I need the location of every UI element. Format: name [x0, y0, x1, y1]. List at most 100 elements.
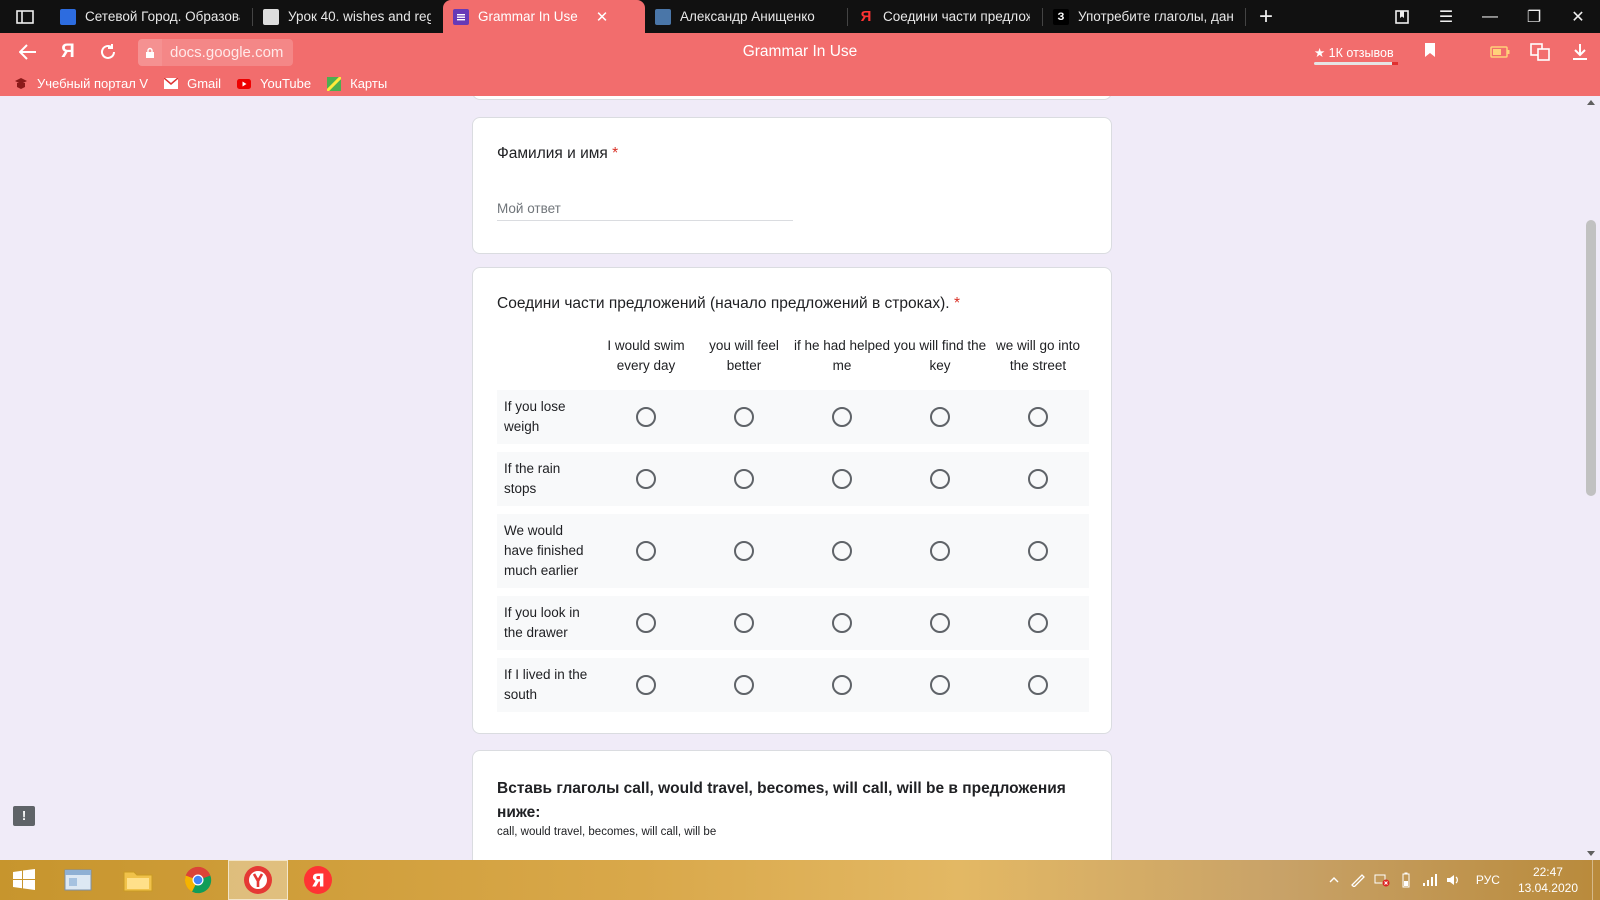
- url-field[interactable]: docs.google.com: [138, 39, 1438, 66]
- tab-upotrebite[interactable]: З Употребите глаголы, данн: [1043, 0, 1245, 33]
- clock-time: 22:47: [1532, 865, 1563, 879]
- netschool-favicon-icon: [60, 8, 76, 25]
- downloads-icon[interactable]: [1560, 33, 1600, 71]
- lock-icon[interactable]: [138, 39, 162, 66]
- tab-close-icon[interactable]: ✕: [596, 8, 609, 26]
- grid-radio[interactable]: [832, 541, 852, 561]
- grid-radio[interactable]: [832, 675, 852, 695]
- show-desktop-button[interactable]: [1592, 860, 1600, 900]
- toolbar-extensions: [1480, 33, 1600, 71]
- system-tray: РУС 22:47 13.04.2020: [1322, 860, 1600, 900]
- minimize-icon[interactable]: —: [1468, 0, 1512, 33]
- grid-radio[interactable]: [832, 613, 852, 633]
- grid-radio[interactable]: [1028, 613, 1048, 633]
- tab-panel-button[interactable]: [0, 0, 50, 33]
- grid-radio[interactable]: [636, 613, 656, 633]
- vk-favicon-icon: [655, 8, 671, 25]
- scroll-down-icon[interactable]: [1587, 851, 1595, 856]
- bookmark-icon[interactable]: [1424, 42, 1436, 63]
- tab-label: Александр Анищенко: [680, 9, 815, 24]
- grid-row-label: If the rain stops: [504, 461, 561, 496]
- bookmark-portal[interactable]: Учебный портал V: [14, 76, 148, 91]
- tab-lesson-40[interactable]: Урок 40. wishes and regret: [253, 0, 443, 33]
- grid-radio[interactable]: [734, 407, 754, 427]
- grid-radio[interactable]: [930, 541, 950, 561]
- taskbar-app-yandex[interactable]: Я: [288, 860, 348, 900]
- grid-radio[interactable]: [1028, 675, 1048, 695]
- gmail-icon: [164, 77, 179, 91]
- grid-radio[interactable]: [930, 613, 950, 633]
- grid-radio[interactable]: [832, 469, 852, 489]
- grid-radio[interactable]: [636, 469, 656, 489]
- bookmark-gmail[interactable]: Gmail: [164, 76, 221, 91]
- taskbar-app-yandex-browser[interactable]: [228, 860, 288, 900]
- grid-column-header: you will find the key: [893, 338, 987, 373]
- reviews-badge[interactable]: ★ 1К отзывов: [1314, 41, 1398, 65]
- reload-button[interactable]: [88, 33, 128, 71]
- bookmark-youtube[interactable]: YouTube: [237, 76, 311, 91]
- restore-icon[interactable]: ❐: [1512, 0, 1556, 33]
- rating-bar: [1314, 62, 1398, 65]
- reload-icon: [101, 44, 115, 59]
- youtube-icon: [237, 77, 252, 91]
- grid-column-header: we will go into the street: [995, 338, 1081, 373]
- yandex-home-icon[interactable]: Я: [48, 33, 88, 71]
- back-arrow-icon: [19, 44, 36, 60]
- grid-radio[interactable]: [734, 675, 754, 695]
- page-scrollbar[interactable]: [1582, 96, 1600, 860]
- windows-logo-icon: [13, 869, 35, 890]
- grid-radio[interactable]: [930, 469, 950, 489]
- scroll-thumb[interactable]: [1586, 220, 1596, 496]
- clock[interactable]: 22:47 13.04.2020: [1518, 864, 1578, 896]
- taskbar-app-explorer[interactable]: [48, 860, 108, 900]
- grid-row: If you lose weigh: [497, 390, 1089, 444]
- pen-tray-icon[interactable]: [1346, 860, 1370, 900]
- taskbar-app-chrome[interactable]: [168, 860, 228, 900]
- grid-row-label: If I lived in the south: [504, 667, 588, 702]
- grid-radio[interactable]: [1028, 469, 1048, 489]
- close-window-icon[interactable]: ✕: [1556, 0, 1600, 33]
- grid-radio[interactable]: [832, 407, 852, 427]
- tab-label: Употребите глаголы, данн: [1078, 9, 1233, 24]
- tab-grammar-in-use[interactable]: Grammar In Use ✕: [443, 0, 645, 33]
- grid-radio[interactable]: [636, 541, 656, 561]
- tab-setevoy-gorod[interactable]: Сетевой Город. Образова: [50, 0, 252, 33]
- bookmarks-panel-icon[interactable]: [1380, 0, 1424, 33]
- grid-radio[interactable]: [1028, 541, 1048, 561]
- sidebar-panel-icon: [16, 9, 34, 24]
- network-error-icon[interactable]: [1370, 860, 1394, 900]
- tab-soedini[interactable]: Я Соедини части предложе: [848, 0, 1042, 33]
- translate-icon[interactable]: [1520, 33, 1560, 71]
- portal-icon: [14, 77, 28, 91]
- scroll-up-icon[interactable]: [1587, 100, 1595, 105]
- bookmark-label: Gmail: [187, 76, 222, 91]
- grid-radio[interactable]: [734, 613, 754, 633]
- grid-row-label: We would have finished much earlier: [504, 523, 584, 578]
- tray-expand-icon[interactable]: [1322, 860, 1346, 900]
- taskbar-app-files[interactable]: [108, 860, 168, 900]
- grid-radio[interactable]: [930, 675, 950, 695]
- grid-radio[interactable]: [1028, 407, 1048, 427]
- grid-radio[interactable]: [734, 541, 754, 561]
- tab-alexander[interactable]: Александр Анищенко: [645, 0, 847, 33]
- back-button[interactable]: [8, 33, 48, 71]
- new-tab-button[interactable]: +: [1246, 0, 1286, 33]
- grid-radio[interactable]: [636, 407, 656, 427]
- menu-icon[interactable]: ☰: [1424, 0, 1468, 33]
- bookmark-maps[interactable]: Карты: [327, 76, 387, 91]
- grid-radio[interactable]: [636, 675, 656, 695]
- battery-saver-icon[interactable]: [1480, 33, 1520, 71]
- question-title: Фамилия и имя *: [497, 145, 618, 163]
- question-title: Соедини части предложений (начало предло…: [497, 295, 960, 313]
- name-answer-input[interactable]: [497, 197, 793, 221]
- volume-icon[interactable]: [1442, 860, 1466, 900]
- grid-radio[interactable]: [734, 469, 754, 489]
- start-button[interactable]: [0, 860, 48, 900]
- input-language[interactable]: РУС: [1476, 873, 1500, 887]
- feedback-icon[interactable]: !: [13, 806, 35, 826]
- previous-question-card: [472, 96, 1112, 100]
- signal-icon[interactable]: [1418, 860, 1442, 900]
- grid-radio[interactable]: [930, 407, 950, 427]
- battery-icon[interactable]: [1394, 860, 1418, 900]
- windows-taskbar: Я РУС 22:47 13.04.2020: [0, 860, 1600, 900]
